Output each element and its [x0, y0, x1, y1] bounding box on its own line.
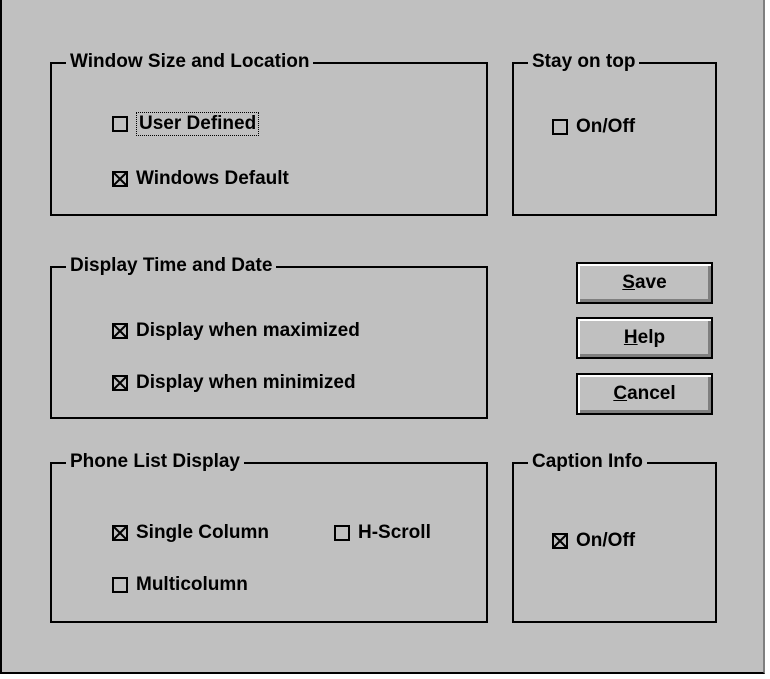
display-time-date-group-title: Display Time and Date — [66, 254, 277, 278]
caption-info-box[interactable] — [552, 533, 568, 549]
user-defined-box[interactable] — [112, 116, 128, 132]
h-scroll-checkbox[interactable]: H-Scroll — [334, 522, 431, 544]
user-defined-label: User Defined — [136, 112, 260, 136]
single-column-label: Single Column — [136, 522, 269, 543]
multicolumn-checkbox[interactable]: Multicolumn — [112, 574, 248, 596]
windows-default-checkbox[interactable]: Windows Default — [112, 168, 289, 190]
save-button-label: ave — [634, 272, 667, 293]
cancel-button-label: ancel — [627, 383, 676, 404]
multicolumn-label: Multicolumn — [136, 574, 248, 595]
windows-default-box[interactable] — [112, 171, 128, 187]
phone-list-group: Phone List Display Single Column H-Scrol… — [50, 450, 488, 623]
help-button-label: elp — [637, 327, 666, 348]
caption-info-label: On/Off — [576, 530, 636, 551]
display-time-date-group: Display Time and Date Display when maxim… — [50, 254, 488, 419]
caption-info-checkbox[interactable]: On/Off — [552, 530, 635, 552]
save-button-mnemonic: S — [622, 272, 635, 293]
window-size-group-title: Window Size and Location — [66, 50, 314, 74]
h-scroll-box[interactable] — [334, 525, 350, 541]
single-column-box[interactable] — [112, 525, 128, 541]
display-maximized-box[interactable] — [112, 323, 128, 339]
caption-info-group: Caption Info On/Off — [512, 450, 717, 623]
windows-default-label: Windows Default — [136, 168, 289, 189]
phone-list-group-title: Phone List Display — [66, 450, 244, 474]
user-defined-checkbox[interactable]: User Defined — [112, 112, 260, 136]
cancel-button-mnemonic: C — [613, 383, 628, 404]
options-dialog: Window Size and Location User Defined Wi… — [0, 0, 765, 674]
caption-info-group-title: Caption Info — [528, 450, 647, 474]
cancel-button[interactable]: Cancel — [576, 373, 713, 415]
help-button-mnemonic: H — [623, 327, 638, 348]
save-button[interactable]: Save — [576, 262, 713, 304]
window-size-group: Window Size and Location User Defined Wi… — [50, 50, 488, 216]
display-minimized-checkbox[interactable]: Display when minimized — [112, 372, 356, 394]
single-column-checkbox[interactable]: Single Column — [112, 522, 269, 544]
stay-on-top-checkbox[interactable]: On/Off — [552, 116, 635, 138]
display-minimized-box[interactable] — [112, 375, 128, 391]
stay-on-top-group: Stay on top On/Off — [512, 50, 717, 216]
stay-on-top-label: On/Off — [576, 116, 636, 137]
display-maximized-label: Display when maximized — [136, 320, 360, 341]
display-minimized-label: Display when minimized — [136, 372, 356, 393]
multicolumn-box[interactable] — [112, 577, 128, 593]
help-button[interactable]: Help — [576, 317, 713, 359]
stay-on-top-box[interactable] — [552, 119, 568, 135]
stay-on-top-group-title: Stay on top — [528, 50, 640, 74]
display-maximized-checkbox[interactable]: Display when maximized — [112, 320, 360, 342]
h-scroll-label: H-Scroll — [358, 522, 431, 543]
